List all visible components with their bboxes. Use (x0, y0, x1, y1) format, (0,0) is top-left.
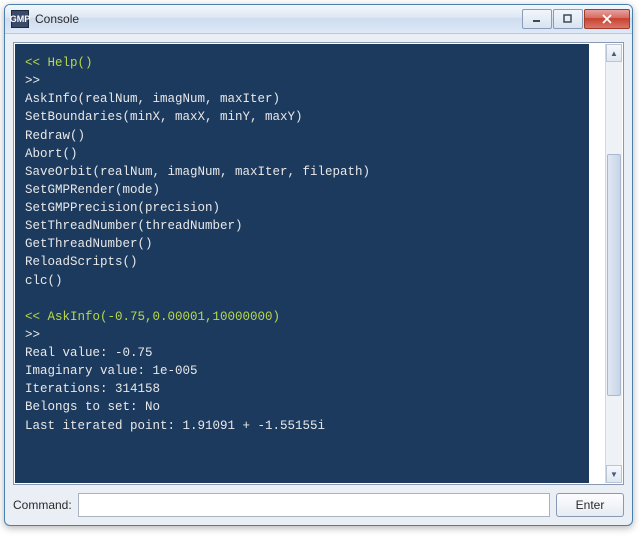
console-line: Real value: -0.75 (25, 344, 581, 362)
scrollbar[interactable]: ▲ ▼ (605, 44, 622, 483)
console-line: SetGMPPrecision(precision) (25, 199, 581, 217)
command-label: Command: (13, 498, 72, 512)
console-line: AskInfo(realNum, imagNum, maxIter) (25, 90, 581, 108)
console-line: Belongs to set: No (25, 398, 581, 416)
console-line: SetThreadNumber(threadNumber) (25, 217, 581, 235)
console-line: Iterations: 314158 (25, 380, 581, 398)
console-output[interactable]: << Help() >> AskInfo(realNum, imagNum, m… (15, 44, 589, 483)
console-frame: << Help() >> AskInfo(realNum, imagNum, m… (13, 42, 624, 485)
maximize-button[interactable] (553, 9, 583, 29)
console-line: Redraw() (25, 127, 581, 145)
command-input[interactable] (78, 493, 550, 517)
client-area: << Help() >> AskInfo(realNum, imagNum, m… (5, 34, 632, 525)
app-icon: GMP (11, 10, 29, 28)
console-line: >> (25, 72, 581, 90)
console-line: clc() (25, 272, 581, 290)
console-window: GMP Console << Help() >> AskInfo(realNum… (4, 4, 633, 526)
console-line: Imaginary value: 1e-005 (25, 362, 581, 380)
console-line: SaveOrbit(realNum, imagNum, maxIter, fil… (25, 163, 581, 181)
console-line: ReloadScripts() (25, 253, 581, 271)
scroll-down-icon[interactable]: ▼ (606, 465, 622, 483)
console-line: GetThreadNumber() (25, 235, 581, 253)
titlebar[interactable]: GMP Console (5, 5, 632, 34)
minimize-button[interactable] (522, 9, 552, 29)
console-line: Abort() (25, 145, 581, 163)
console-line: << AskInfo(-0.75,0.00001,10000000) (25, 308, 581, 326)
console-line: SetGMPRender(mode) (25, 181, 581, 199)
window-title: Console (35, 12, 521, 26)
command-bar: Command: Enter (13, 493, 624, 517)
window-controls (521, 9, 630, 29)
console-line: Last iterated point: 1.91091 + -1.55155i (25, 417, 581, 435)
close-button[interactable] (584, 9, 630, 29)
scroll-thumb[interactable] (607, 154, 621, 396)
scroll-up-icon[interactable]: ▲ (606, 44, 622, 62)
console-line: SetBoundaries(minX, maxX, minY, maxY) (25, 108, 581, 126)
console-line: >> (25, 326, 581, 344)
console-line: << Help() (25, 54, 581, 72)
enter-button[interactable]: Enter (556, 493, 624, 517)
